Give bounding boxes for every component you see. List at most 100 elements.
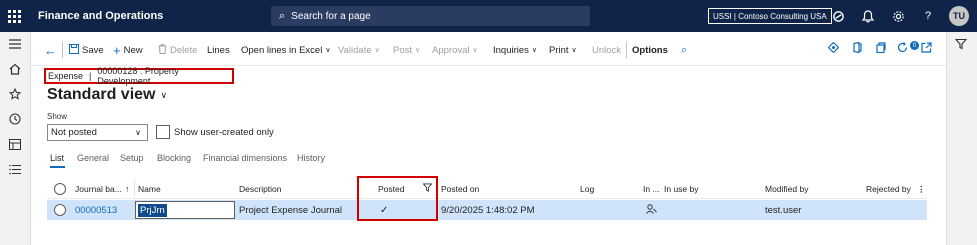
show-user-created-checkbox[interactable] [156,125,170,139]
home-icon[interactable] [8,62,22,76]
search-placeholder: Search for a page [291,10,371,22]
approval-label: Approval [432,44,470,56]
validate-label: Validate [338,44,372,56]
record-title: 00000128 : Property Development [97,66,179,86]
page-caption: Expense | 00000128 : Property Developmen… [44,66,234,86]
chevron-down-icon: ∨ [325,47,331,54]
tab-blocking[interactable]: Blocking [157,153,191,163]
column-header-name[interactable]: Name [138,184,161,194]
options-tab[interactable]: Options [632,43,668,57]
show-user-created-label[interactable]: Show user-created only [174,127,274,138]
grid-header: Journal ba... ↑ Name Description Posted … [47,178,927,199]
back-button[interactable]: ← [44,43,60,58]
company-picker[interactable]: USSI | Contoso Consulting USA [708,8,832,24]
view-selector[interactable]: Standard view ∨ [47,86,167,104]
name-cell-input[interactable]: PrjJrn [135,201,235,219]
tab-general[interactable]: General [77,153,109,163]
help-icon[interactable]: ? [920,8,936,24]
refresh-icon[interactable] [897,42,908,56]
select-all-radio[interactable] [54,183,66,195]
top-nav-bar: Finance and Operations ⌕ Search for a pa… [0,0,977,32]
column-header-rejected-by[interactable]: Rejected by [866,184,911,194]
workspaces-icon[interactable] [8,137,22,151]
column-header-journal-batch[interactable]: Journal ba... [75,184,122,194]
show-label: Show [47,112,68,121]
hamburger-menu-icon[interactable] [8,37,22,51]
save-button[interactable]: Save [69,43,104,57]
left-navigation [0,32,31,245]
chevron-down-icon: ∨ [472,47,478,54]
modules-list-icon[interactable] [8,162,22,176]
more-options-icon[interactable]: ⋮ [917,184,926,195]
open-lines-excel-button[interactable]: Open lines in Excel ∨ [241,43,330,57]
save-label: Save [82,44,104,56]
caption-separator: | [89,71,92,81]
open-new-window-icon[interactable] [921,42,932,56]
favorites-star-icon[interactable] [8,87,22,101]
lines-button[interactable]: Lines [207,43,230,57]
chevron-down-icon: ∨ [135,128,141,137]
separator [62,41,63,58]
app-launcher-icon[interactable] [0,0,28,32]
filter-funnel-icon[interactable] [954,38,968,53]
show-dropdown-value: Not posted [51,127,97,138]
new-button[interactable]: + New [113,43,143,58]
chevron-down-icon: ∨ [415,47,421,54]
settings-gear-icon[interactable] [890,8,906,24]
validate-button[interactable]: Validate ∨ [338,43,380,57]
chevron-down-icon: ∨ [571,47,577,54]
attachments-icon[interactable] [876,42,886,56]
journal-grid: Journal ba... ↑ Name Description Posted … [47,178,927,222]
notifications-bell-icon[interactable] [860,8,876,24]
recent-clock-icon[interactable] [8,112,22,126]
copilot-icon[interactable] [830,8,846,24]
search-icon: ⌕ [681,43,688,56]
show-dropdown[interactable]: Not posted ∨ [47,124,148,141]
save-icon [69,43,79,57]
posted-on-cell: 9/20/2025 1:48:02 PM [441,205,535,216]
action-search-button[interactable]: ⌕ [681,43,690,57]
column-header-log[interactable]: Log [580,184,594,194]
view-name: Standard view [47,86,156,103]
chevron-down-icon: ∨ [374,47,380,54]
column-header-description[interactable]: Description [239,184,282,194]
approval-button[interactable]: Approval ∨ [432,43,478,57]
journal-batch-link[interactable]: 00000513 [75,205,117,216]
table-row[interactable]: 00000513 PrjJrn Project Expense Journal … [47,200,927,220]
unlock-button[interactable]: Unlock [592,43,621,57]
row-select-radio[interactable] [54,204,66,216]
tab-list[interactable]: List [50,153,64,163]
column-separator [134,181,135,196]
new-label: New [123,44,143,56]
column-header-in-use[interactable]: In ... [643,184,660,194]
inquiries-label: Inquiries [493,44,529,56]
name-cell-selected-text: PrjJrn [138,204,167,217]
tab-financial-dimensions[interactable]: Financial dimensions [203,153,287,163]
column-header-in-use-by[interactable]: In use by [664,184,699,194]
posted-column-highlight [357,176,438,221]
print-button[interactable]: Print ∨ [549,43,577,57]
trash-icon [158,43,167,57]
description-cell: Project Expense Journal [239,205,342,216]
power-apps-icon[interactable] [827,41,840,56]
sort-ascending-icon[interactable]: ↑ [125,184,130,194]
action-pane: ← Save + New Delete Lines Open lines in … [31,32,946,66]
column-header-posted-on[interactable]: Posted on [441,184,479,194]
delete-button[interactable]: Delete [158,43,197,57]
print-label: Print [549,44,569,56]
journal-type-label: Expense [48,71,84,81]
in-use-person-icon [646,204,657,217]
active-tab-indicator [50,166,65,168]
tab-setup[interactable]: Setup [120,153,144,163]
user-avatar[interactable]: TU [949,6,969,26]
open-lines-excel-label: Open lines in Excel [241,44,323,56]
search-box[interactable]: ⌕ Search for a page [271,6,590,26]
inquiries-button[interactable]: Inquiries ∨ [493,43,537,57]
chevron-down-icon: ∨ [531,47,538,54]
office-icon[interactable] [852,41,862,56]
right-pane [946,32,977,245]
tab-history[interactable]: History [297,153,325,163]
column-header-modified-by[interactable]: Modified by [765,184,808,194]
post-button[interactable]: Post ∨ [393,43,420,57]
app-title[interactable]: Finance and Operations [38,10,163,22]
